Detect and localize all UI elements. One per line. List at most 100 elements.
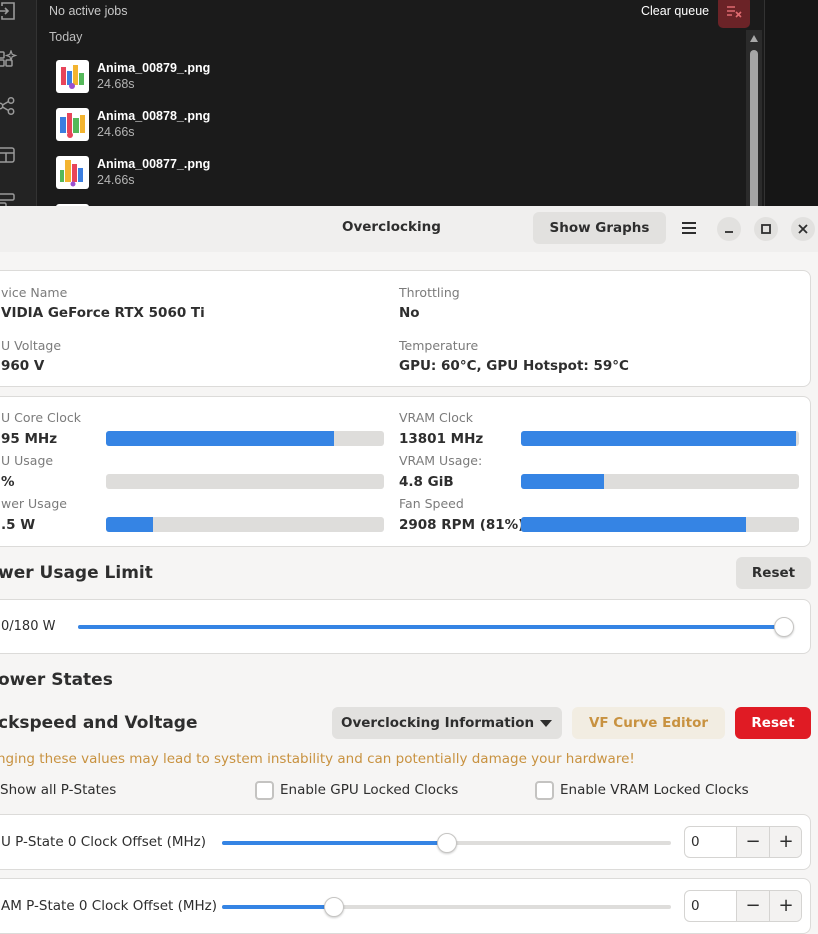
vf-curve-editor-button[interactable]: VF Curve Editor xyxy=(572,707,725,739)
gpu-locked-clocks-label: Enable GPU Locked Clocks xyxy=(280,782,459,798)
caret-down-icon xyxy=(540,720,552,727)
canvas-pane xyxy=(764,0,818,206)
show-graphs-button[interactable]: Show Graphs xyxy=(533,212,666,244)
queue-sidebar xyxy=(0,0,37,206)
job-name: Anima_00877_.png xyxy=(97,157,211,171)
hamburger-menu-icon[interactable] xyxy=(677,216,701,240)
checkbox-box[interactable] xyxy=(255,781,274,800)
job-thumbnail xyxy=(56,156,89,189)
throttling-label: Throttling xyxy=(399,285,460,300)
device-name-value: VIDIA GeForce RTX 5060 Ti xyxy=(1,305,205,321)
level-fill xyxy=(222,905,335,909)
vram-offset-spinbox[interactable]: 0 − + xyxy=(684,890,802,922)
gpu-offset-spinbox[interactable]: 0 − + xyxy=(684,826,802,858)
checkbox-box[interactable] xyxy=(535,781,554,800)
power-limit-value: 0/180 W xyxy=(1,619,56,634)
power-usage-bar xyxy=(106,517,384,532)
minimize-icon xyxy=(725,231,733,233)
queue-scrollbar[interactable] xyxy=(746,30,762,206)
decrement-button[interactable]: − xyxy=(736,891,769,921)
increment-button[interactable]: + xyxy=(769,891,801,921)
minimize-button[interactable] xyxy=(717,217,741,241)
clear-queue-label[interactable]: Clear queue xyxy=(641,4,709,18)
job-name: Anima_00879_.png xyxy=(97,61,211,75)
job-name: Anima_00878_.png xyxy=(97,109,211,123)
power-limit-card: 0/180 W xyxy=(0,599,811,654)
level-fill xyxy=(78,625,784,629)
warning-text: nging these values may lead to system in… xyxy=(0,751,635,767)
clear-queue-button[interactable] xyxy=(718,0,750,28)
level-fill xyxy=(521,474,605,489)
queue-group-label: Today xyxy=(49,30,83,44)
template-icon[interactable] xyxy=(0,193,18,206)
clear-list-icon xyxy=(727,6,742,18)
queue-panel: No active jobs Clear queue Today Anima_0… xyxy=(0,0,818,206)
power-states-title[interactable]: ower States xyxy=(0,670,113,690)
vram-offset-input[interactable]: 0 xyxy=(691,898,700,914)
gpu-offset-label: U P-State 0 Clock Offset (MHz) xyxy=(1,834,207,850)
workflow-icon[interactable] xyxy=(0,97,18,115)
overclocking-info-dropdown[interactable]: Overclocking Information xyxy=(332,707,562,739)
gpu-usage-label: U Usage xyxy=(1,453,54,468)
maximize-button[interactable] xyxy=(754,217,778,241)
slider-handle[interactable] xyxy=(774,617,794,637)
increment-button[interactable]: + xyxy=(769,827,801,857)
close-button[interactable] xyxy=(791,217,815,241)
show-all-pstates-label: Show all P-States xyxy=(0,782,117,798)
temperature-value: GPU: 60°C, GPU Hotspot: 59°C xyxy=(399,358,629,374)
sparkle-shapes-icon[interactable] xyxy=(0,50,18,68)
vram-usage-value: 4.8 GiB xyxy=(399,474,454,490)
device-name-label: vice Name xyxy=(1,285,68,300)
power-limit-reset-button[interactable]: Reset xyxy=(736,557,811,589)
scroll-up-icon[interactable] xyxy=(750,35,758,42)
power-limit-slider[interactable] xyxy=(78,617,794,637)
clockspeed-title: ckspeed and Voltage xyxy=(0,713,198,733)
fan-speed-value: 2908 RPM (81%) xyxy=(399,517,525,533)
vram-usage-bar xyxy=(521,474,799,489)
layout-icon[interactable] xyxy=(0,146,18,164)
level-fill xyxy=(222,841,447,845)
job-thumbnail xyxy=(56,108,89,141)
throttling-value: No xyxy=(399,305,420,321)
job-time: 24.68s xyxy=(97,77,135,91)
overclocking-window: Overclocking Show Graphs vice Name VIDIA… xyxy=(0,206,818,934)
power-usage-value: .5 W xyxy=(1,517,36,533)
queue-status: No active jobs xyxy=(49,4,128,18)
level-fill xyxy=(521,517,747,532)
power-limit-title: wer Usage Limit xyxy=(0,563,153,583)
job-time: 24.66s xyxy=(97,173,135,187)
core-clock-bar xyxy=(106,431,384,446)
core-clock-label: U Core Clock xyxy=(1,410,81,425)
fan-speed-label: Fan Speed xyxy=(399,496,464,511)
vram-locked-clocks-label: Enable VRAM Locked Clocks xyxy=(560,782,749,798)
fan-speed-bar xyxy=(521,517,799,532)
decrement-button[interactable]: − xyxy=(736,827,769,857)
logout-icon[interactable] xyxy=(0,2,18,20)
vram-usage-label: VRAM Usage: xyxy=(399,453,483,468)
window-header: Overclocking Show Graphs xyxy=(0,206,818,252)
temperature-label: Temperature xyxy=(399,338,479,353)
power-usage-label: wer Usage xyxy=(1,496,67,511)
gpu-stats-card: U Core Clock 95 MHz U Usage % wer Usage … xyxy=(0,396,811,547)
vram-clock-bar xyxy=(521,431,799,446)
gpu-voltage-label: U Voltage xyxy=(1,338,62,353)
level-fill xyxy=(521,431,797,446)
vram-offset-label: AM P-State 0 Clock Offset (MHz) xyxy=(1,898,218,914)
gpu-voltage-value: 960 V xyxy=(1,358,45,374)
clock-reset-button[interactable]: Reset xyxy=(735,707,811,739)
vram-offset-card: AM P-State 0 Clock Offset (MHz) 0 − + xyxy=(0,878,811,934)
gpu-offset-card: U P-State 0 Clock Offset (MHz) 0 − + xyxy=(0,814,811,870)
gpu-offset-slider[interactable] xyxy=(222,833,671,853)
scrollbar-thumb[interactable] xyxy=(750,50,758,206)
level-fill xyxy=(106,431,334,446)
overclocking-info-label: Overclocking Information xyxy=(341,715,535,731)
window-title: Overclocking xyxy=(342,219,441,235)
device-info-card: vice Name VIDIA GeForce RTX 5060 Ti Thro… xyxy=(0,270,811,387)
slider-handle[interactable] xyxy=(324,897,345,917)
slider-handle[interactable] xyxy=(436,833,457,853)
vram-clock-value: 13801 MHz xyxy=(399,431,484,447)
close-icon xyxy=(798,224,808,234)
maximize-icon xyxy=(761,224,771,234)
vram-offset-slider[interactable] xyxy=(222,897,671,917)
gpu-offset-input[interactable]: 0 xyxy=(691,834,700,850)
